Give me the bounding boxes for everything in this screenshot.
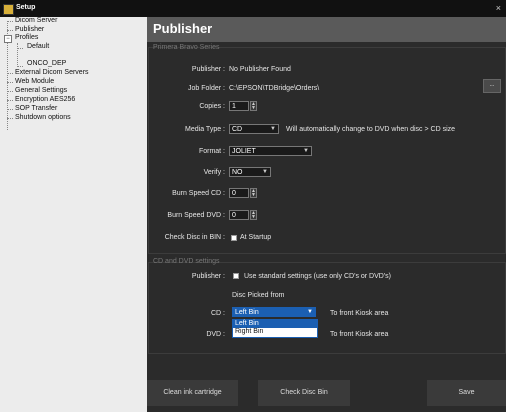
tree-item-default[interactable]: Default <box>27 43 49 50</box>
media-type-label: Media Type : <box>185 126 225 133</box>
tree-branch <box>17 66 23 67</box>
tree-branch <box>7 21 13 22</box>
dvd-bin-label: DVD : <box>206 331 225 338</box>
verify-select[interactable]: NO ▼ <box>229 167 271 177</box>
bravo-section-title: Primera Bravo Series <box>153 44 220 51</box>
publisher-value: No Publisher Found <box>229 66 291 73</box>
tree-item-dicom-server[interactable]: Dicom Server <box>15 17 57 24</box>
tree-branch <box>7 100 13 101</box>
collapse-icon[interactable]: − <box>4 35 12 43</box>
verify-value: NO <box>232 169 243 176</box>
tree-item-publisher[interactable]: Publisher <box>15 26 44 33</box>
page-header: Publisher <box>147 17 506 42</box>
burn-speed-cd-label: Burn Speed CD : <box>172 190 225 197</box>
tree-branch <box>7 118 13 119</box>
app-icon <box>3 4 14 15</box>
cd-bin-label: CD : <box>211 310 225 317</box>
cd-bin-dropdown-list: Left Bin Right Bin <box>232 319 318 338</box>
tree-item-sop-transfer[interactable]: SOP Transfer <box>15 105 57 112</box>
disc-picked-from-label: Disc Picked from <box>232 292 285 299</box>
burn-speed-cd-stepper[interactable]: ▲ ▼ <box>250 188 257 198</box>
tree-branch <box>7 73 13 74</box>
tree-branch <box>7 82 13 83</box>
tree-branch <box>7 30 13 31</box>
tree-branch <box>7 109 13 110</box>
verify-label: Verify : <box>203 169 225 176</box>
format-select[interactable]: JOLIET ▼ <box>229 146 312 156</box>
tree-item-general-settings[interactable]: General Settings <box>15 87 67 94</box>
use-standard-settings-label: Use standard settings (use only CD's or … <box>244 273 392 280</box>
format-label: Format : <box>198 148 225 155</box>
chevron-down-icon: ▼ <box>307 309 313 315</box>
copies-stepper[interactable]: ▲ ▼ <box>250 101 257 111</box>
dropdown-option-right-bin[interactable]: Right Bin <box>233 328 317 336</box>
tree-guide-line <box>17 43 18 67</box>
cd-bin-select[interactable]: Left Bin ▼ <box>232 307 316 317</box>
tree-branch <box>17 48 23 49</box>
job-folder-label: Job Folder : <box>188 85 225 92</box>
browse-folder-button[interactable]: ... <box>483 79 501 93</box>
chevron-down-icon: ▼ <box>303 148 309 154</box>
check-disc-bin-button[interactable]: Check Disc Bin <box>258 380 350 406</box>
copies-label: Copies : <box>199 103 225 110</box>
cd-bin-value: Left Bin <box>235 309 259 316</box>
tree-item-onco-dep[interactable]: ONCO_DEP <box>27 60 66 67</box>
media-type-note: Will automatically change to DVD when di… <box>286 126 456 133</box>
job-folder-value: C:\EPSON\TDBridge\Orders\ <box>229 85 320 92</box>
burn-speed-dvd-input[interactable]: 0 <box>229 210 249 220</box>
dvd-destination: To front Kiosk area <box>330 331 389 338</box>
copies-input[interactable]: 1 <box>229 101 249 111</box>
close-icon[interactable]: × <box>496 3 501 13</box>
at-startup-label: At Startup <box>240 234 272 241</box>
window-title: Setup <box>16 4 36 11</box>
cd-destination: To front Kiosk area <box>330 310 389 317</box>
use-standard-settings-checkbox[interactable] <box>233 273 239 279</box>
burn-speed-dvd-label: Burn Speed DVD : <box>167 212 225 219</box>
at-startup-checkbox[interactable] <box>231 235 237 241</box>
tree-item-profiles[interactable]: Profiles <box>15 34 38 41</box>
cd-dvd-publisher-label: Publisher : <box>191 273 225 280</box>
chevron-down-icon: ▼ <box>262 169 268 175</box>
clean-ink-cartridge-button[interactable]: Clean ink cartridge <box>147 380 238 406</box>
save-button[interactable]: Save <box>427 380 506 406</box>
media-type-select[interactable]: CD ▼ <box>229 124 279 134</box>
page-title: Publisher <box>153 21 213 36</box>
burn-speed-cd-input[interactable]: 0 <box>229 188 249 198</box>
format-value: JOLIET <box>232 148 256 155</box>
tree-item-external-dicom-servers[interactable]: External Dicom Servers <box>15 69 89 76</box>
tree-item-web-module[interactable]: Web Module <box>15 78 54 85</box>
window-titlebar: Setup × <box>0 0 506 17</box>
dropdown-option-left-bin[interactable]: Left Bin <box>233 320 317 328</box>
chevron-down-icon: ▼ <box>270 126 276 132</box>
settings-tree: Dicom Server Publisher − Profiles Defaul… <box>0 17 147 412</box>
tree-item-encryption[interactable]: Encryption AES256 <box>15 96 75 103</box>
burn-speed-dvd-stepper[interactable]: ▲ ▼ <box>250 210 257 220</box>
media-type-value: CD <box>232 126 243 133</box>
cd-dvd-section-title: CD and DVD settings <box>153 258 220 265</box>
publisher-label: Publisher : <box>191 66 225 73</box>
tree-branch <box>7 91 13 92</box>
tree-item-shutdown-options[interactable]: Shutdown options <box>15 114 71 121</box>
check-disc-bin-label: Check Disc in BIN : <box>164 234 225 241</box>
